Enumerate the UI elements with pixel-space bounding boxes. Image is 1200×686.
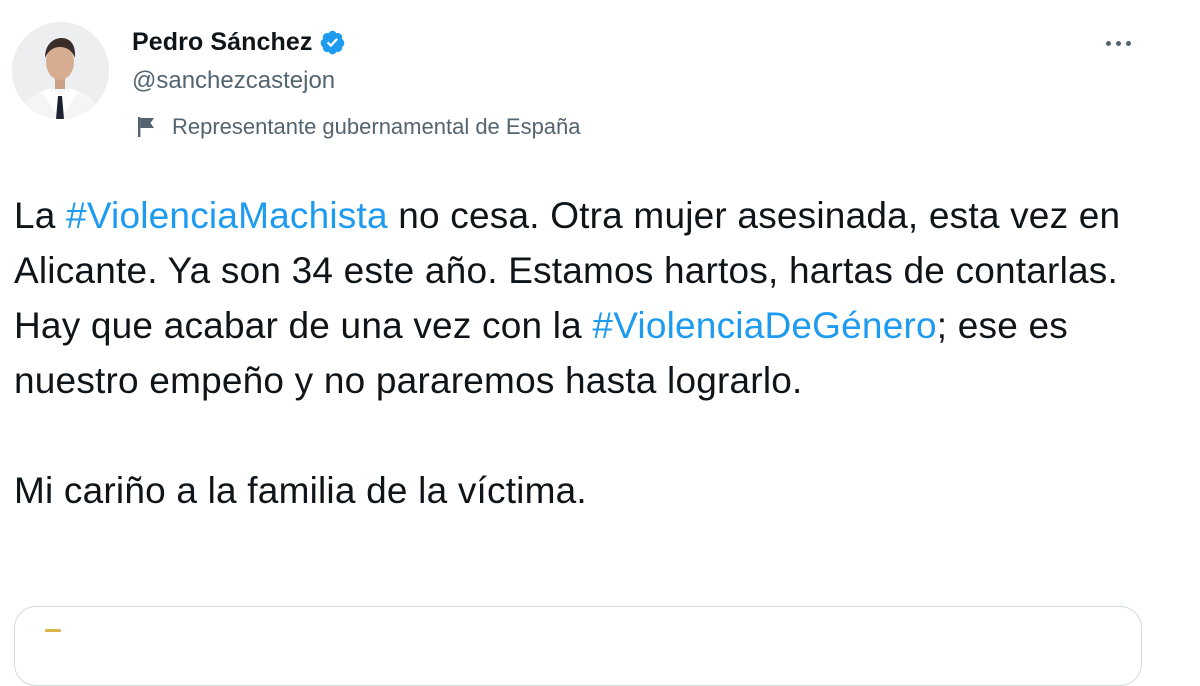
more-options-icon: [1105, 40, 1111, 46]
avatar[interactable]: [12, 22, 109, 119]
name-row: Pedro Sánchez: [132, 24, 346, 60]
more-options-dot: [1115, 40, 1121, 46]
avatar-photo-icon: [12, 22, 109, 119]
tweet-text-segment: La: [14, 195, 67, 236]
government-label[interactable]: Representante gubernamental de España: [136, 114, 581, 140]
tweet-paragraph-1: La #ViolenciaMachista no cesa. Otra muje…: [14, 188, 1174, 408]
more-options-button[interactable]: [1098, 28, 1138, 58]
card-preview-icon: [45, 629, 61, 642]
flag-icon: [136, 115, 158, 139]
more-options-dot: [1125, 40, 1131, 46]
tweet: Pedro Sánchez @sanchezcastejon Represent…: [0, 0, 1200, 686]
government-label-text: Representante gubernamental de España: [172, 114, 581, 139]
tweet-text: La #ViolenciaMachista no cesa. Otra muje…: [14, 188, 1174, 518]
hashtag-link[interactable]: #ViolenciaDeGénero: [592, 305, 936, 346]
hashtag-link[interactable]: #ViolenciaMachista: [66, 195, 388, 236]
author-block: Pedro Sánchez: [132, 24, 346, 60]
handle[interactable]: @sanchezcastejon: [132, 67, 335, 95]
verified-badge-icon: [319, 29, 346, 56]
display-name[interactable]: Pedro Sánchez: [132, 28, 313, 57]
embedded-card[interactable]: [14, 606, 1142, 686]
tweet-paragraph-2: Mi cariño a la familia de la víctima.: [14, 470, 587, 511]
